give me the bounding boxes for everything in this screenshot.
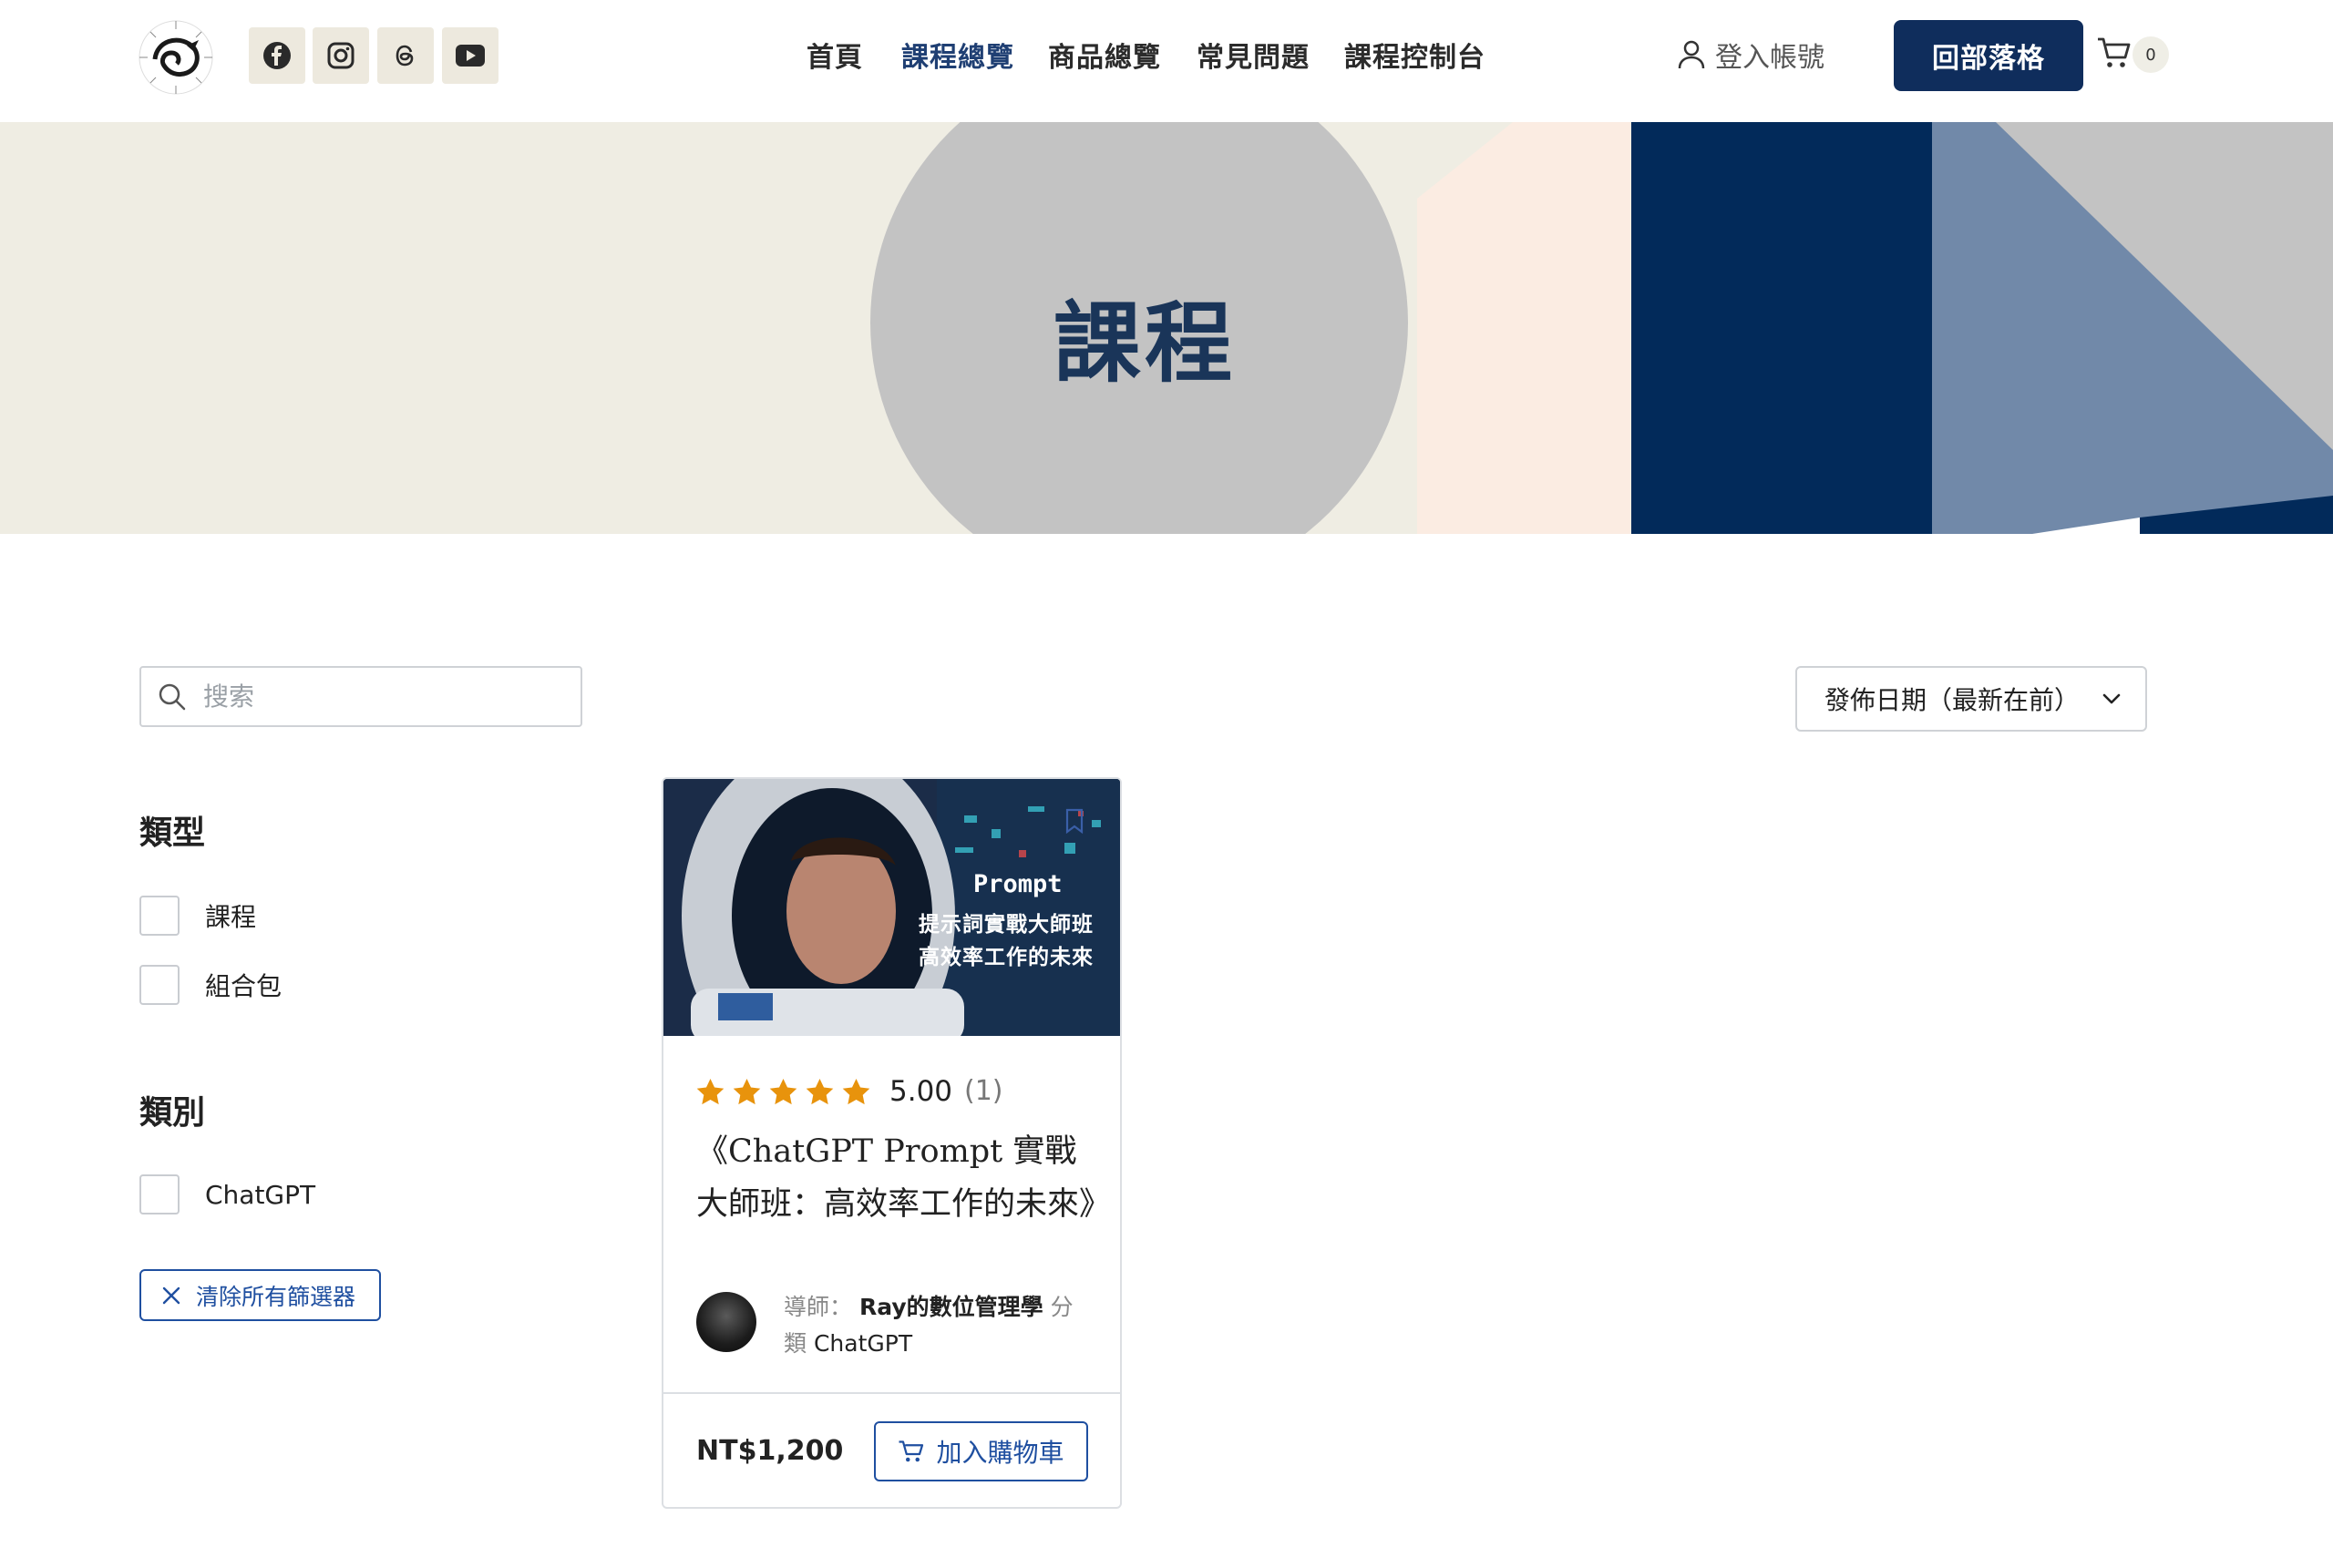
search-box xyxy=(139,666,582,727)
site-header: 首頁 課程總覽 商品總覽 常見問題 課程控制台 登入帳號 回部落格 0 xyxy=(0,0,2333,122)
instructor-name[interactable]: Ray的數位管理學 xyxy=(859,1294,1043,1320)
star-icon xyxy=(696,1079,725,1105)
login-label: 登入帳號 xyxy=(1715,42,1824,74)
youtube-icon xyxy=(456,45,485,67)
nav-course-dashboard[interactable]: 課程控制台 xyxy=(1344,35,1485,75)
search-input[interactable] xyxy=(203,682,550,712)
search-icon xyxy=(159,683,186,710)
site-logo[interactable] xyxy=(137,18,215,97)
filter-type-course[interactable]: 課程 xyxy=(139,896,256,936)
page-title: 課程 xyxy=(1053,292,1236,395)
clear-filters-button[interactable]: 清除所有篩選器 xyxy=(139,1269,381,1321)
back-to-blog-button[interactable]: 回部落格 xyxy=(1894,20,2083,91)
filter-option-label: 課程 xyxy=(205,902,257,932)
thumbnail-line-1: 提示詞實戰大師班 xyxy=(919,913,1094,937)
chevron-down-icon xyxy=(2102,693,2121,704)
star-icon xyxy=(769,1079,797,1105)
rating-count: (1) xyxy=(964,1075,1003,1107)
star-icon xyxy=(733,1079,761,1105)
checkbox[interactable] xyxy=(139,896,180,936)
star-icon xyxy=(806,1079,834,1105)
add-to-cart-label: 加入購物車 xyxy=(936,1438,1064,1468)
hero-banner: 課程 xyxy=(0,122,2333,534)
thumbnail-line-2: 高效率工作的未來 xyxy=(919,946,1094,969)
checkbox[interactable] xyxy=(139,965,180,1005)
filter-type-bundle[interactable]: 組合包 xyxy=(139,965,282,1005)
filter-category-chatgpt[interactable]: ChatGPT xyxy=(139,1174,315,1214)
thumbnail-title: Prompt xyxy=(973,870,1063,898)
nav-courses[interactable]: 課程總覽 xyxy=(901,35,1014,75)
instagram-icon xyxy=(327,42,355,69)
star-icon xyxy=(842,1079,870,1105)
bookmark-icon[interactable] xyxy=(1064,808,1084,834)
instructor-label: 導師： xyxy=(784,1294,853,1320)
threads-link[interactable] xyxy=(377,27,434,84)
close-icon xyxy=(162,1286,180,1304)
clear-filters-label: 清除所有篩選器 xyxy=(196,1283,356,1310)
youtube-link[interactable] xyxy=(442,27,498,84)
checkbox[interactable] xyxy=(139,1174,180,1214)
category-name[interactable]: ChatGPT xyxy=(814,1330,912,1357)
instructor-avatar xyxy=(696,1292,756,1352)
user-icon xyxy=(1678,40,1705,69)
facebook-icon xyxy=(263,42,291,69)
login-link[interactable]: 登入帳號 xyxy=(1677,35,1824,75)
add-to-cart-button[interactable]: 加入購物車 xyxy=(874,1421,1088,1481)
course-price: NT$1,200 xyxy=(696,1435,844,1467)
filter-option-label: 組合包 xyxy=(205,971,283,1001)
filter-category-heading: 類別 xyxy=(139,1093,206,1132)
threads-icon xyxy=(396,45,414,67)
filter-option-label: ChatGPT xyxy=(205,1179,316,1210)
instagram-link[interactable] xyxy=(313,27,369,84)
sort-selected-value: 發佈日期（最新在前） xyxy=(1824,685,2081,715)
cart-count-badge: 0 xyxy=(2133,36,2169,73)
course-thumbnail[interactable]: Prompt 提示詞實戰大師班 高效率工作的未來 xyxy=(663,779,1120,1036)
rating-stars xyxy=(696,1078,870,1105)
cart-icon xyxy=(899,1440,924,1462)
card-divider xyxy=(663,1392,1120,1394)
filter-type-heading: 類型 xyxy=(139,814,206,852)
rating-value: 5.00 xyxy=(889,1075,953,1108)
cart-icon[interactable] xyxy=(2096,35,2133,71)
facebook-link[interactable] xyxy=(249,27,305,84)
nav-faq[interactable]: 常見問題 xyxy=(1197,35,1310,75)
nav-products[interactable]: 商品總覽 xyxy=(1048,35,1161,75)
course-meta: 導師： Ray的數位管理學 分類 ChatGPT xyxy=(784,1289,1084,1362)
sort-select[interactable]: 發佈日期（最新在前） xyxy=(1795,666,2147,732)
course-title[interactable]: 《ChatGPT Prompt 實戰大師班：高效率工作的未來》 xyxy=(696,1125,1111,1231)
course-card[interactable]: Prompt 提示詞實戰大師班 高效率工作的未來 5.00 (1) 《ChatG… xyxy=(662,777,1122,1509)
nav-home[interactable]: 首頁 xyxy=(807,35,863,75)
